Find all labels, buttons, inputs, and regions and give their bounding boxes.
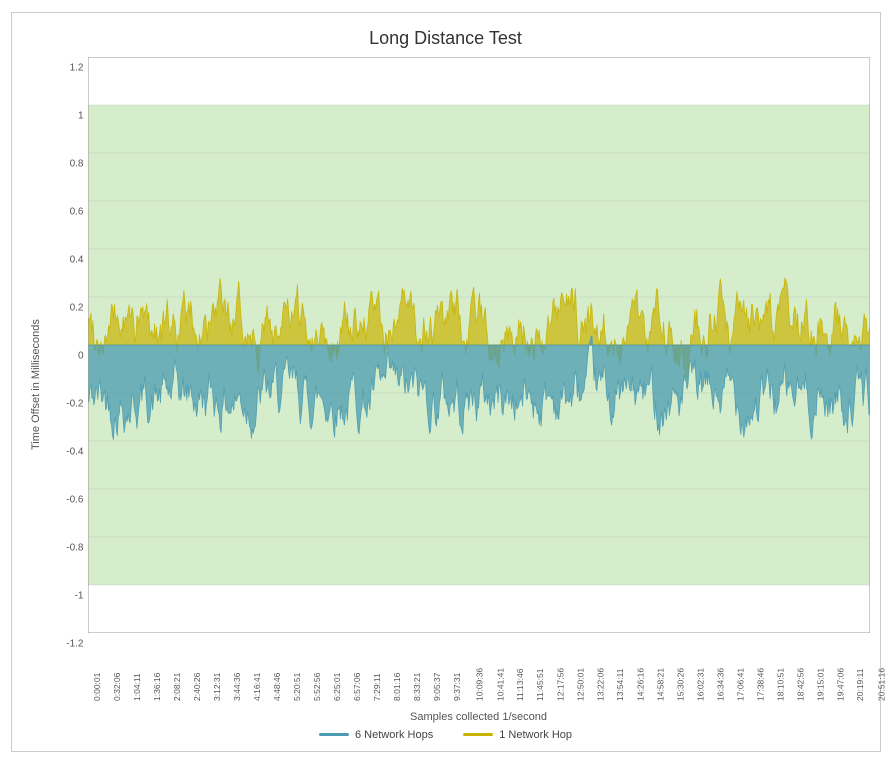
y-tick: 1: [78, 110, 84, 121]
x-tick: 9:05:37: [433, 672, 443, 700]
y-tick: 0.8: [70, 158, 84, 169]
x-tick: 12:17:56: [555, 667, 565, 700]
x-tick: 14:58:21: [655, 667, 665, 700]
x-tick: 8:33:21: [413, 672, 423, 700]
x-tick: 1:04:11: [131, 673, 141, 701]
x-tick: 2:08:21: [172, 672, 182, 700]
y-tick: -0.8: [66, 542, 83, 553]
x-axis-label: Samples collected 1/second: [88, 711, 870, 723]
y-tick: 0.6: [70, 206, 84, 217]
x-tick: 6:25:01: [332, 672, 342, 700]
x-tick: 15:30:26: [676, 667, 686, 700]
plot-and-yaxis: 1.210.80.60.40.20-0.2-0.4-0.6-0.8-1-1.2: [50, 57, 870, 633]
x-tick: 13:22:06: [595, 667, 605, 700]
chart-area: Time Offset in Milliseconds 1.2 1 0.8 0.6 0.…: [22, 57, 870, 723]
legend-item: 1 Network Hop: [463, 729, 572, 741]
x-tick: 16:34:36: [716, 667, 726, 700]
x-tick: 10:09:36: [475, 667, 485, 700]
x-tick: 4:48:46: [272, 672, 282, 700]
x-tick: 19:47:06: [836, 667, 846, 700]
y-tick: 1.2: [70, 62, 84, 73]
legend-label: 1 Network Hop: [499, 729, 572, 741]
x-ticks: 0:00:01 0:32:06 1:04:11 1:36:16 2:08:21 2:40:…: [88, 633, 870, 723]
x-tick: 2:40:26: [192, 672, 202, 700]
y-axis-label: Time Offset in Milliseconds: [30, 330, 42, 450]
x-tick: 5:20:51: [292, 672, 302, 700]
x-tick: 17:38:46: [756, 667, 766, 700]
y-tick: -1: [75, 590, 84, 601]
chart-title: Long Distance Test: [369, 28, 522, 49]
y-tick: -0.2: [66, 398, 83, 409]
legend-label: 6 Network Hops: [355, 729, 433, 741]
x-tick: 1:36:16: [152, 672, 162, 700]
x-tick: 10:41:41: [495, 667, 505, 700]
legend: 6 Network Hops 1 Network Hop: [319, 729, 572, 741]
chart-container: Long Distance Test Time Offset in Millis…: [11, 12, 881, 752]
legend-line: [319, 733, 349, 736]
x-tick: 13:54:11: [615, 668, 625, 700]
x-tick: 4:16:41: [252, 672, 262, 700]
x-tick: 19:15:01: [816, 667, 826, 700]
y-tick: -0.6: [66, 494, 83, 505]
x-tick: 8:01:16: [392, 672, 402, 700]
x-tick: 9:37:31: [453, 672, 463, 700]
chart-with-axes: 1.210.80.60.40.20-0.2-0.4-0.6-0.8-1-1.2 …: [50, 57, 870, 723]
x-tick: 7:29:11: [372, 673, 382, 701]
plot-area: [88, 57, 870, 633]
y-tick: -1.2: [66, 638, 83, 649]
y-tick: 0.2: [70, 302, 84, 313]
y-tick: -0.4: [66, 446, 83, 457]
x-tick: 17:06:41: [736, 667, 746, 700]
y-axis-label-container: Time Offset in Milliseconds: [22, 57, 50, 723]
x-tick: 3:12:31: [212, 672, 222, 700]
x-tick: 20:51:16: [876, 667, 886, 700]
x-tick: 11:45:51: [535, 668, 545, 700]
x-tick: 0:32:06: [112, 672, 122, 700]
x-tick: 6:57:06: [352, 672, 362, 700]
x-axis: 0:00:01 0:32:06 1:04:11 1:36:16 2:08:21 2:40:…: [88, 633, 870, 723]
x-tick: 18:10:51: [776, 667, 786, 700]
x-tick: 20:19:11: [856, 668, 866, 700]
x-tick: 14:26:16: [635, 667, 645, 700]
x-tick: 18:42:56: [796, 667, 806, 700]
chart-svg: [88, 57, 870, 633]
y-tick: 0: [78, 350, 84, 361]
legend-line: [463, 733, 493, 736]
x-tick: 0:00:01: [92, 672, 102, 700]
x-tick: 11:13:46: [515, 668, 525, 700]
legend-item: 6 Network Hops: [319, 729, 433, 741]
y-tick: 0.4: [70, 254, 84, 265]
x-tick: 16:02:31: [696, 667, 706, 700]
x-tick: 5:52:56: [312, 672, 322, 700]
x-tick: 12:50:01: [575, 667, 585, 700]
x-tick: 3:44:36: [232, 672, 242, 700]
y-axis: 1.210.80.60.40.20-0.2-0.4-0.6-0.8-1-1.2: [50, 57, 88, 633]
